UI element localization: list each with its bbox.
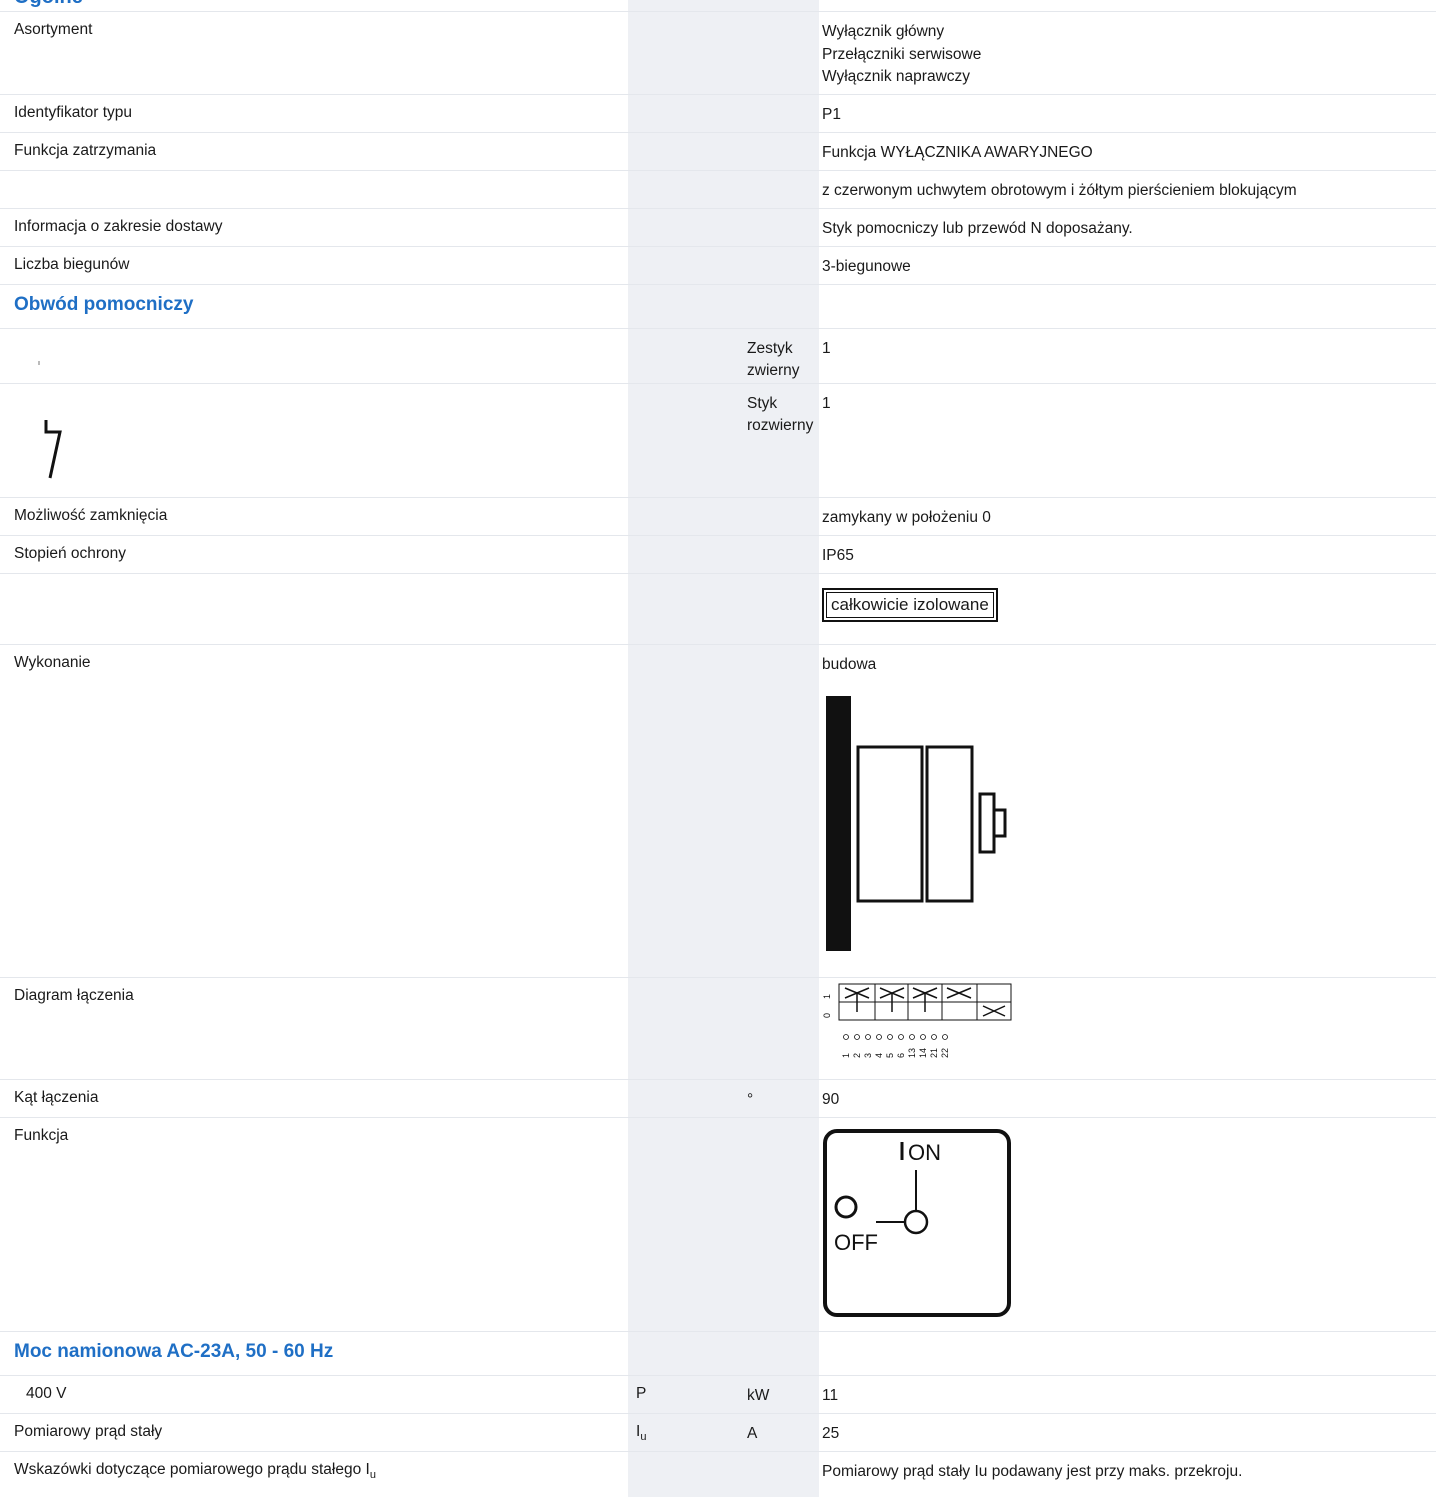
terminal-label: 22 xyxy=(940,1048,950,1058)
row-bieguny: Liczba biegunów 3-biegunowe xyxy=(0,246,1436,284)
row-moc-heading: Moc namionowa AC-23A, 50 - 60 Hz xyxy=(0,1331,1436,1375)
row-diagram: Diagram łączenia 1 0 1 2 3 4 5 6 13 14 2… xyxy=(0,977,1436,1079)
row-label: 400 V xyxy=(26,1385,67,1402)
unit-line: zwierny xyxy=(747,362,800,379)
row-label: Identyfikator typu xyxy=(14,104,133,121)
row-label: Stopień ochrony xyxy=(14,545,127,562)
row-ochrona: Stopień ochrony IP65 xyxy=(0,535,1436,573)
row-symbol: Iu xyxy=(636,1423,646,1443)
value-line: Wyłącznik naprawczy xyxy=(822,68,971,85)
row-label: Wykonanie xyxy=(14,654,91,671)
terminal-label: 21 xyxy=(929,1048,939,1058)
row-value: Styk pomocniczy lub przewód N doposażany… xyxy=(822,220,1133,237)
row-value: Wyłącznik główny Przełączniki serwisowe … xyxy=(822,21,981,89)
row-uchwyt: z czerwonym uchwytem obrotowym i żółtym … xyxy=(0,170,1436,208)
terminal-label: 3 xyxy=(863,1053,873,1058)
row-label: Funkcja zatrzymania xyxy=(14,142,157,159)
row-construction-drawing xyxy=(0,682,1436,977)
label-main: Wskazówki dotyczące pomiarowego prądu st… xyxy=(14,1461,370,1478)
position-label-1: 1 xyxy=(822,994,832,999)
row-label: Informacja o zakresie dostawy xyxy=(14,218,223,235)
terminal-label: 2 xyxy=(852,1053,862,1058)
row-value: 90 xyxy=(822,1091,840,1108)
row-value: 3-biegunowe xyxy=(822,258,911,275)
row-value: 25 xyxy=(822,1425,840,1442)
row-value: budowa xyxy=(822,656,877,673)
row-symbol: P xyxy=(636,1385,647,1402)
row-asortyment: Asortyment Wyłącznik główny Przełączniki… xyxy=(0,11,1436,94)
row-izolacja: całkowicie izolowane xyxy=(0,573,1436,644)
switching-diagram: 1 0 1 2 3 4 5 6 13 14 21 22 xyxy=(822,983,1012,1058)
row-unit: A xyxy=(747,1425,758,1442)
row-value: zamykany w położeniu 0 xyxy=(822,509,991,526)
nc-contact-icon xyxy=(44,420,62,479)
section-heading: Obwód pomocniczy xyxy=(14,294,194,315)
value-line: Wyłącznik główny xyxy=(822,23,945,40)
row-wskazowki: Wskazówki dotyczące pomiarowego prądu st… xyxy=(0,1451,1436,1491)
section-heading-cut: Ogólne xyxy=(14,0,83,9)
row-value: 11 xyxy=(822,1387,839,1404)
row-moc-400: 400 V P kW 11 xyxy=(0,1375,1436,1413)
unit-line: Zestyk xyxy=(747,340,793,357)
row-unit: kW xyxy=(747,1387,770,1404)
terminal-label: 6 xyxy=(896,1053,906,1058)
terminal-labels: 1 2 3 4 5 6 13 14 21 22 xyxy=(841,1048,950,1058)
tiny-contact-icon xyxy=(38,361,40,365)
position-label-0: 0 xyxy=(822,1013,832,1018)
unit-line: Styk xyxy=(747,395,778,412)
off-label: OFF xyxy=(834,1230,878,1255)
row-value: Funkcja WYŁĄCZNIKA AWARYJNEGO xyxy=(822,144,1093,161)
on-label: ON xyxy=(908,1140,941,1165)
terminal-label: 14 xyxy=(918,1048,928,1058)
construction-drawing xyxy=(826,696,1007,951)
terminal-label: 5 xyxy=(885,1053,895,1058)
symbol-sub: u xyxy=(640,1431,647,1444)
row-funkcja: Funkcja ON OFF xyxy=(0,1117,1436,1331)
row-label: Pomiarowy prąd stały xyxy=(14,1423,163,1440)
row-value: z czerwonym uchwytem obrotowym i żółtym … xyxy=(822,182,1297,199)
row-obwod-heading: Obwód pomocniczy xyxy=(0,284,1436,328)
row-zakres-dostawy: Informacja o zakresie dostawy Styk pomoc… xyxy=(0,208,1436,246)
label-sub: u xyxy=(369,1469,376,1482)
row-label: Asortyment xyxy=(14,21,93,38)
row-unit: Zestyk zwierny xyxy=(747,338,800,382)
insulation-badge: całkowicie izolowane xyxy=(822,588,998,622)
row-value: Pomiarowy prąd stały Iu podawany jest pr… xyxy=(822,1463,1243,1480)
terminal-label: 4 xyxy=(874,1053,884,1058)
section-heading: Moc namionowa AC-23A, 50 - 60 Hz xyxy=(14,1341,334,1362)
row-unit: ° xyxy=(747,1091,754,1108)
row-value: IP65 xyxy=(822,547,854,564)
row-label: Możliwość zamknięcia xyxy=(14,507,168,524)
row-label: Liczba biegunów xyxy=(14,256,130,273)
function-diagram: ON OFF xyxy=(823,1129,1011,1317)
row-prad: Pomiarowy prąd stały Iu A 25 xyxy=(0,1413,1436,1451)
row-identyfikator: Identyfikator typu P1 xyxy=(0,94,1436,132)
row-zestyk-zwierny: Zestyk zwierny 1 xyxy=(0,328,1436,383)
unit-line: rozwierny xyxy=(747,417,814,434)
badge-label: całkowicie izolowane xyxy=(826,592,994,618)
row-label: Funkcja xyxy=(14,1127,69,1144)
row-label: Kąt łączenia xyxy=(14,1089,99,1106)
row-label: Wskazówki dotyczące pomiarowego prądu st… xyxy=(14,1461,376,1481)
row-unit: Styk rozwierny xyxy=(747,393,813,437)
row-wykonanie: Wykonanie budowa xyxy=(0,644,1436,682)
row-zamkniecie: Możliwość zamknięcia zamykany w położeni… xyxy=(0,497,1436,535)
row-kat: Kąt łączenia ° 90 xyxy=(0,1079,1436,1117)
spec-table: Asortyment Wyłącznik główny Przełączniki… xyxy=(0,11,1436,1491)
row-value: P1 xyxy=(822,106,841,123)
terminal-label: 13 xyxy=(907,1048,917,1058)
row-styk-rozwierny: Styk rozwierny 1 xyxy=(0,383,1436,497)
value-line: Przełączniki serwisowe xyxy=(822,45,982,63)
row-funkcja-zatrzymania: Funkcja zatrzymania Funkcja WYŁĄCZNIKA A… xyxy=(0,132,1436,170)
row-label: Diagram łączenia xyxy=(14,987,134,1004)
row-value: 1 xyxy=(822,340,831,357)
terminal-label: 1 xyxy=(841,1053,851,1058)
row-value: 1 xyxy=(822,395,831,412)
